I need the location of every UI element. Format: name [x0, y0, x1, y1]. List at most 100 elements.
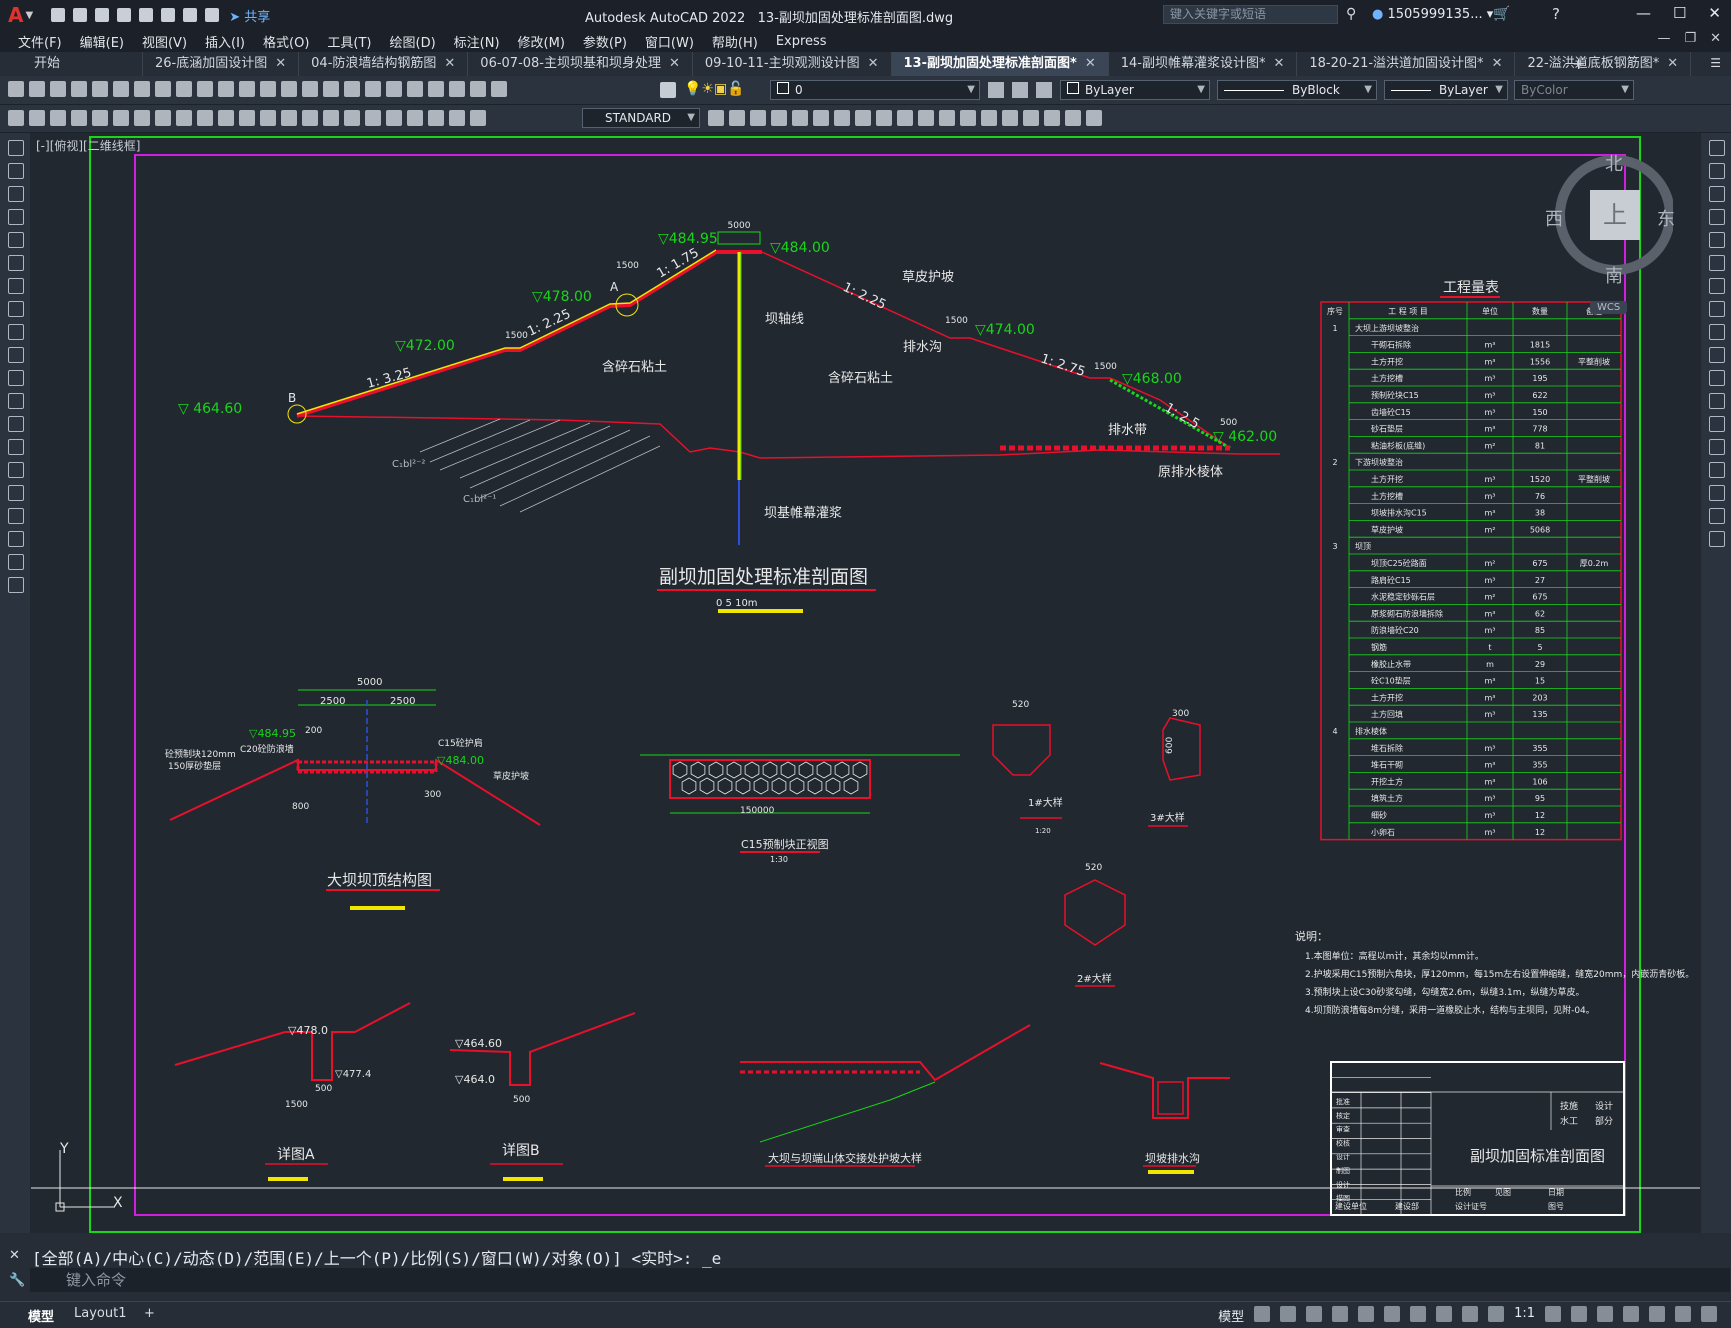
tab-layout1[interactable]: Layout1: [74, 1306, 126, 1321]
tb-dimbreak-icon[interactable]: [323, 110, 339, 126]
tb-palette-icon[interactable]: [407, 81, 423, 97]
user-account[interactable]: ● 1505999135... ▾: [1372, 7, 1493, 22]
tb-erase-icon[interactable]: [729, 110, 745, 126]
tb-scale-icon[interactable]: [876, 110, 892, 126]
tb-dimdia-icon[interactable]: [197, 110, 213, 126]
tb-tol-icon[interactable]: [344, 110, 360, 126]
workspace-gear-icon[interactable]: [1545, 1306, 1561, 1322]
viewcube-top-face[interactable]: 上: [1590, 190, 1640, 240]
snap-icon[interactable]: [1280, 1306, 1297, 1322]
app-menu-chevron-icon[interactable]: ▼: [25, 10, 33, 21]
tb-publish-icon[interactable]: [113, 81, 129, 97]
add-layout-icon[interactable]: +: [144, 1306, 155, 1321]
tb-paste-icon[interactable]: [197, 81, 213, 97]
tb-dimradius-icon[interactable]: [155, 110, 171, 126]
tb-zoomwin-icon[interactable]: [323, 81, 339, 97]
draw-tool-icon-5[interactable]: [8, 255, 24, 271]
drawing-minimize-icon[interactable]: —: [1657, 31, 1670, 46]
tb-pan-icon[interactable]: [281, 81, 297, 97]
modify-tool-icon-12[interactable]: [1709, 416, 1725, 432]
linetype-dropdown[interactable]: ByBlock ▼: [1217, 80, 1377, 100]
clean-screen-icon[interactable]: [1675, 1306, 1691, 1322]
file-tab-7[interactable]: 18-20-21-溢洪道加固设计图* ✕: [1297, 52, 1516, 76]
help-icon[interactable]: ?: [1552, 5, 1560, 23]
osnap-icon[interactable]: [1358, 1306, 1375, 1322]
modify-tool-icon-16[interactable]: [1709, 508, 1725, 524]
new-tab-icon[interactable]: +: [1572, 54, 1585, 73]
menu-item-1[interactable]: 编辑(E): [80, 32, 124, 51]
hardware-accel-icon[interactable]: [1649, 1306, 1665, 1322]
menu-item-3[interactable]: 插入(I): [205, 32, 245, 51]
draw-tool-icon-19[interactable]: [8, 577, 24, 593]
tb-dimlinear-icon[interactable]: [71, 110, 87, 126]
tb-redo-icon[interactable]: [260, 81, 276, 97]
draw-tool-icon-11[interactable]: [8, 393, 24, 409]
tb-markup-icon[interactable]: [449, 81, 465, 97]
tb-plot-icon[interactable]: [71, 81, 87, 97]
file-tab-6[interactable]: 14-副坝帷幕灌浆设计图* ✕: [1109, 52, 1298, 76]
modify-tool-icon-0[interactable]: [1709, 140, 1725, 156]
wcs-menu[interactable]: WCS: [1590, 301, 1628, 314]
tb-designcenter-icon[interactable]: [386, 81, 402, 97]
draw-tool-icon-15[interactable]: [8, 485, 24, 501]
modify-tool-icon-15[interactable]: [1709, 485, 1725, 501]
plotstyle-dropdown[interactable]: ByColor ▼: [1514, 80, 1634, 100]
tb-extend-icon[interactable]: [939, 110, 955, 126]
draw-tool-icon-12[interactable]: [8, 416, 24, 432]
close-icon[interactable]: ✕: [1708, 4, 1721, 22]
tb-open-icon[interactable]: [29, 81, 45, 97]
tb-copy-icon[interactable]: [176, 81, 192, 97]
cart-icon[interactable]: 🛒: [1493, 6, 1510, 22]
draw-tool-icon-7[interactable]: [8, 301, 24, 317]
draw-tool-icon-16[interactable]: [8, 508, 24, 524]
tb-chamfer-icon[interactable]: [1002, 110, 1018, 126]
color-dropdown[interactable]: ByLayer ▼: [1060, 80, 1210, 100]
tab-close-icon[interactable]: ✕: [444, 56, 455, 71]
draw-tool-icon-9[interactable]: [8, 347, 24, 363]
viewcube-west[interactable]: 西: [1545, 205, 1563, 231]
autocad-logo-icon[interactable]: A: [8, 3, 23, 27]
viewport-controls[interactable]: [-][俯视][二维线框]: [36, 137, 140, 154]
tb-3d-icon[interactable]: [134, 81, 150, 97]
tb-undo-icon[interactable]: [239, 81, 255, 97]
tb-dimord-icon[interactable]: [134, 110, 150, 126]
tb-break-icon[interactable]: [960, 110, 976, 126]
tb-copyobj-icon[interactable]: [750, 110, 766, 126]
tb-dimedit-icon[interactable]: [428, 110, 444, 126]
tb-jogged-icon[interactable]: [407, 110, 423, 126]
modify-tool-icon-6[interactable]: [1709, 278, 1725, 294]
modify-tool-icon-11[interactable]: [1709, 393, 1725, 409]
tb-cut-icon[interactable]: [155, 81, 171, 97]
draw-tool-icon-6[interactable]: [8, 278, 24, 294]
draw-tool-icon-13[interactable]: [8, 439, 24, 455]
modify-tool-icon-9[interactable]: [1709, 347, 1725, 363]
tb-dimang-icon[interactable]: [218, 110, 234, 126]
tb-dimbase-icon[interactable]: [260, 110, 276, 126]
draw-tool-icon-4[interactable]: [8, 232, 24, 248]
tb-preview-icon[interactable]: [92, 81, 108, 97]
file-tab-5[interactable]: 13-副坝加固处理标准剖面图* ✕: [891, 52, 1109, 76]
tb-stretch-icon[interactable]: [897, 110, 913, 126]
tb-attr-icon[interactable]: [50, 110, 66, 126]
modify-tool-icon-1[interactable]: [1709, 163, 1725, 179]
tb-join-icon[interactable]: [981, 110, 997, 126]
web-mobile-icon[interactable]: [139, 8, 154, 22]
grid-icon[interactable]: [1254, 1306, 1271, 1322]
dimstyle-dropdown[interactable]: STANDARD ▼: [582, 108, 700, 128]
help-search-input[interactable]: 键入关键字或短语: [1163, 5, 1338, 24]
tb-block-icon[interactable]: [29, 110, 45, 126]
tb-zoomprev-icon[interactable]: [344, 81, 360, 97]
file-tab-8[interactable]: 22-溢洪道底板钢筋图* ✕: [1515, 52, 1692, 76]
tb-update-icon[interactable]: [470, 110, 486, 126]
tb-dimcont-icon[interactable]: [281, 110, 297, 126]
menu-item-7[interactable]: 标注(N): [454, 32, 500, 51]
tb-array-icon[interactable]: [813, 110, 829, 126]
draw-tool-icon-1[interactable]: [8, 163, 24, 179]
isolate-icon[interactable]: [1623, 1306, 1639, 1322]
tb-mirror-icon[interactable]: [771, 110, 787, 126]
layer-state-icons[interactable]: 💡☀▣🔓: [684, 81, 745, 97]
tb-dimarc-icon[interactable]: [113, 110, 129, 126]
search-icon[interactable]: ⚲: [1346, 6, 1356, 22]
tb-rotate-icon[interactable]: [855, 110, 871, 126]
menu-item-10[interactable]: 窗口(W): [645, 32, 694, 51]
